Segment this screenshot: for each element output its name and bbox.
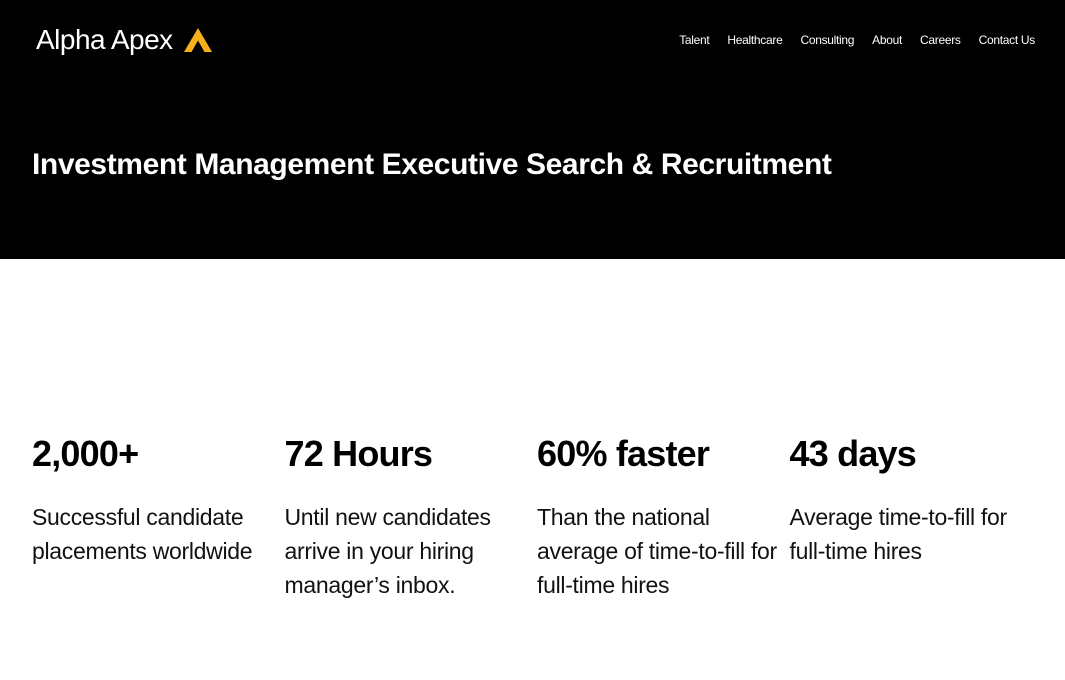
stat-value: 43 days (789, 433, 917, 474)
nav-contact-us[interactable]: Contact Us (979, 33, 1036, 47)
nav-consulting[interactable]: Consulting (800, 33, 854, 47)
stat-turnaround: 72 Hours Until new candidates arrive in … (285, 432, 538, 602)
stat-value: 72 Hours (284, 433, 433, 474)
stat-value: 60% faster (537, 433, 710, 474)
stat-placements: 2,000+ Successful candidate placements w… (32, 432, 285, 602)
stat-value: 2,000+ (32, 433, 139, 474)
site-logo-link[interactable]: Alpha Apex (36, 22, 213, 58)
nav-healthcare[interactable]: Healthcare (727, 33, 782, 47)
main-nav: Talent Healthcare Consulting About Caree… (679, 33, 1035, 47)
stat-description: Until new candidates arrive in your hiri… (284, 504, 492, 598)
stat-description: Average time-to-fill for full-time hires (789, 504, 1008, 564)
logo-text: Alpha Apex (36, 24, 173, 55)
apex-triangle-icon (183, 27, 213, 53)
nav-talent[interactable]: Talent (679, 33, 710, 47)
stats-section: 2,000+ Successful candidate placements w… (32, 432, 1042, 602)
stat-description: Than the national average of time-to-fil… (537, 504, 777, 598)
nav-about[interactable]: About (872, 33, 902, 47)
nav-careers[interactable]: Careers (920, 33, 961, 47)
page-title: Investment Management Executive Search &… (32, 148, 832, 181)
stat-speed: 60% faster Than the national average of … (537, 432, 790, 602)
hero-header: Alpha Apex Talent Healthcare Consulting … (0, 0, 1065, 259)
stat-time-to-fill: 43 days Average time-to-fill for full-ti… (790, 432, 1043, 602)
stat-description: Successful candidate placements worldwid… (32, 504, 253, 564)
